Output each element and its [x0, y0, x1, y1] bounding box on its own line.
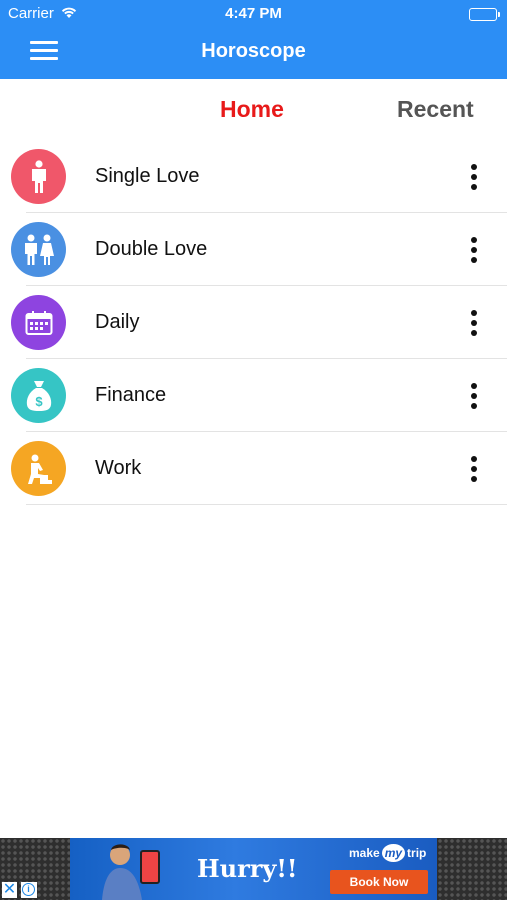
more-options-icon[interactable] [462, 162, 486, 192]
list-item-single-love[interactable]: Single Love [0, 140, 507, 213]
ad-brand-logo: make my trip [349, 844, 427, 862]
page-title: Horoscope [201, 40, 306, 62]
phone-icon [140, 850, 160, 884]
ad-headline: Hurry!! [197, 854, 298, 883]
more-options-icon[interactable] [462, 235, 486, 265]
ad-person-image [102, 844, 142, 900]
calendar-icon [11, 295, 66, 350]
list-item-work[interactable]: Work [0, 432, 507, 505]
status-bar: Carrier 4:47 PM [0, 0, 507, 28]
ad-creative[interactable]: Hurry!! make my trip Book Now [70, 838, 437, 900]
list-item-label: Single Love [95, 165, 200, 187]
money-bag-icon: $ [11, 368, 66, 423]
list-item-label: Double Love [95, 238, 208, 260]
book-now-button[interactable]: Book Now [330, 870, 428, 894]
single-person-icon [11, 149, 66, 204]
svg-text:$: $ [35, 394, 43, 409]
more-options-icon[interactable] [462, 308, 486, 338]
ad-pattern-right [437, 838, 507, 900]
tab-recent[interactable]: Recent [397, 96, 474, 123]
ad-close-icon[interactable]: ✕ [2, 882, 17, 898]
battery-icon [469, 8, 500, 21]
app-header: Carrier 4:47 PM Horoscope [0, 0, 507, 79]
list-item-double-love[interactable]: Double Love [0, 213, 507, 286]
tab-home[interactable]: Home [220, 96, 284, 123]
couple-icon [11, 222, 66, 277]
worker-icon [11, 441, 66, 496]
more-options-icon[interactable] [462, 454, 486, 484]
list-item-daily[interactable]: Daily [0, 286, 507, 359]
more-options-icon[interactable] [462, 381, 486, 411]
ad-banner[interactable]: Hurry!! make my trip Book Now ✕ i [0, 838, 507, 900]
ad-info-icon[interactable]: i [21, 882, 37, 898]
status-time: 4:47 PM [225, 5, 282, 22]
divider [26, 504, 507, 505]
list-item-label: Daily [95, 311, 140, 333]
list-item-finance[interactable]: $ Finance [0, 359, 507, 432]
list-item-label: Work [95, 457, 142, 479]
horoscope-list: Single Love Double Love Daily $ Finance … [0, 140, 507, 505]
list-item-label: Finance [95, 384, 167, 406]
